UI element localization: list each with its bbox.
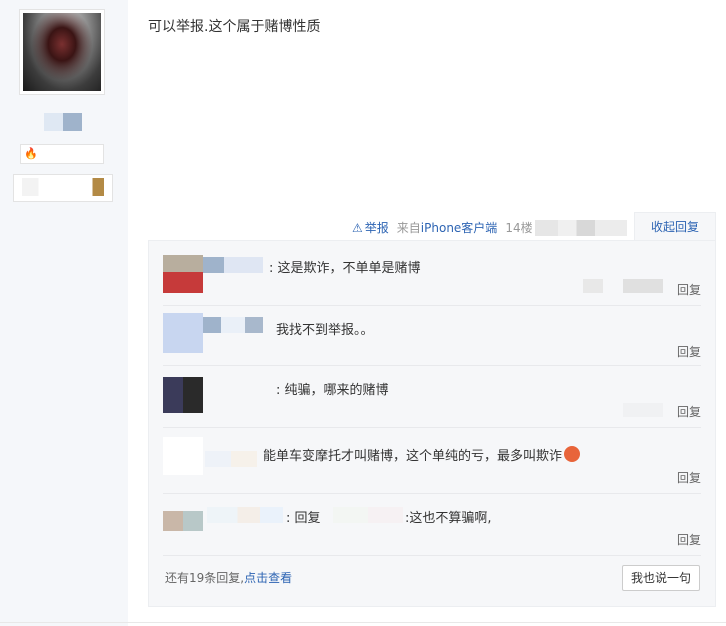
list-item: : 回复 :这也不算骗啊, 回复 xyxy=(163,503,701,556)
more-replies: 还有19条回复,点击查看 xyxy=(165,569,292,586)
list-item: : 这是欺诈，不单单是赌博 回复 xyxy=(163,253,701,306)
list-item: 能单车变摩托才叫赌博，这个单纯的亏，最多叫欺诈 回复 xyxy=(163,437,701,494)
reply-list: : 这是欺诈，不单单是赌博 回复 我找不到举报。。 回复 : 纯骗，哪来的赌博 … xyxy=(148,240,716,607)
reply-button[interactable]: 回复 xyxy=(677,281,701,298)
reply-text-content: 能单车变摩托才叫赌博，这个单纯的亏，最多叫欺诈 xyxy=(263,449,563,464)
source-prefix: 来自 xyxy=(396,221,421,235)
angry-face-emoji-icon xyxy=(564,446,581,462)
post-source: 来自iPhone客户端 xyxy=(397,219,498,236)
view-more-link[interactable]: 点击查看 xyxy=(244,571,292,585)
reply-text: 我找不到举报。。 xyxy=(276,323,374,338)
reply-text-prefix: : 回复 xyxy=(286,511,321,526)
reply-author-redacted[interactable] xyxy=(203,257,263,273)
reply-author-redacted[interactable] xyxy=(205,451,257,467)
author-badge[interactable]: 🔥 xyxy=(20,144,104,164)
report-label: 举报 xyxy=(364,221,389,235)
author-sidebar: 🔥 xyxy=(0,0,128,626)
avatar[interactable] xyxy=(163,437,203,475)
reply-target-redacted[interactable] xyxy=(333,507,403,523)
reply-text: 能单车变摩托才叫赌博，这个单纯的亏，最多叫欺诈 xyxy=(263,445,581,464)
reply-text: : 纯骗，哪来的赌博 xyxy=(276,383,389,398)
author-avatar-image xyxy=(23,13,101,91)
avatar[interactable] xyxy=(163,255,203,293)
reply-text-suffix: :这也不算骗啊, xyxy=(405,511,492,526)
reply-time-redacted xyxy=(623,403,663,417)
floor-number: 14楼 xyxy=(505,221,533,235)
reply-time-redacted xyxy=(583,279,663,293)
post-content: 可以举报.这个属于赌博性质 xyxy=(148,19,321,35)
reply-button[interactable]: 回复 xyxy=(677,469,701,486)
list-item: 我找不到举报。。 回复 xyxy=(163,313,701,366)
divider xyxy=(0,622,726,623)
author-level[interactable] xyxy=(13,174,113,202)
author-avatar[interactable] xyxy=(19,9,105,95)
post-time-redacted xyxy=(534,219,627,236)
author-name-redacted[interactable] xyxy=(44,113,82,131)
report-link[interactable]: ⚠ 举报 xyxy=(352,219,389,236)
add-comment-button[interactable]: 我也说一句 xyxy=(622,565,700,591)
reply-button[interactable]: 回复 xyxy=(677,531,701,548)
warning-triangle-icon: ⚠ xyxy=(352,220,363,235)
avatar[interactable] xyxy=(163,377,203,413)
reply-author-redacted[interactable] xyxy=(207,507,283,523)
source-link[interactable]: iPhone客户端 xyxy=(421,221,498,235)
avatar[interactable] xyxy=(163,313,203,353)
reply-button[interactable]: 回复 xyxy=(677,403,701,420)
collapse-replies-button[interactable]: 收起回复 xyxy=(634,212,716,241)
author-level-redacted xyxy=(22,178,104,196)
reply-button[interactable]: 回复 xyxy=(677,343,701,360)
reply-text: : 这是欺诈，不单单是赌博 xyxy=(269,261,421,276)
fire-badge-icon: 🔥 xyxy=(24,147,38,160)
reply-author-redacted[interactable] xyxy=(203,317,263,333)
list-item: : 纯骗，哪来的赌博 回复 xyxy=(163,375,701,428)
more-replies-count: 还有19条回复, xyxy=(165,571,245,585)
post-meta: ⚠ 举报 来自iPhone客户端 14楼 xyxy=(352,219,627,236)
avatar[interactable] xyxy=(163,511,203,531)
